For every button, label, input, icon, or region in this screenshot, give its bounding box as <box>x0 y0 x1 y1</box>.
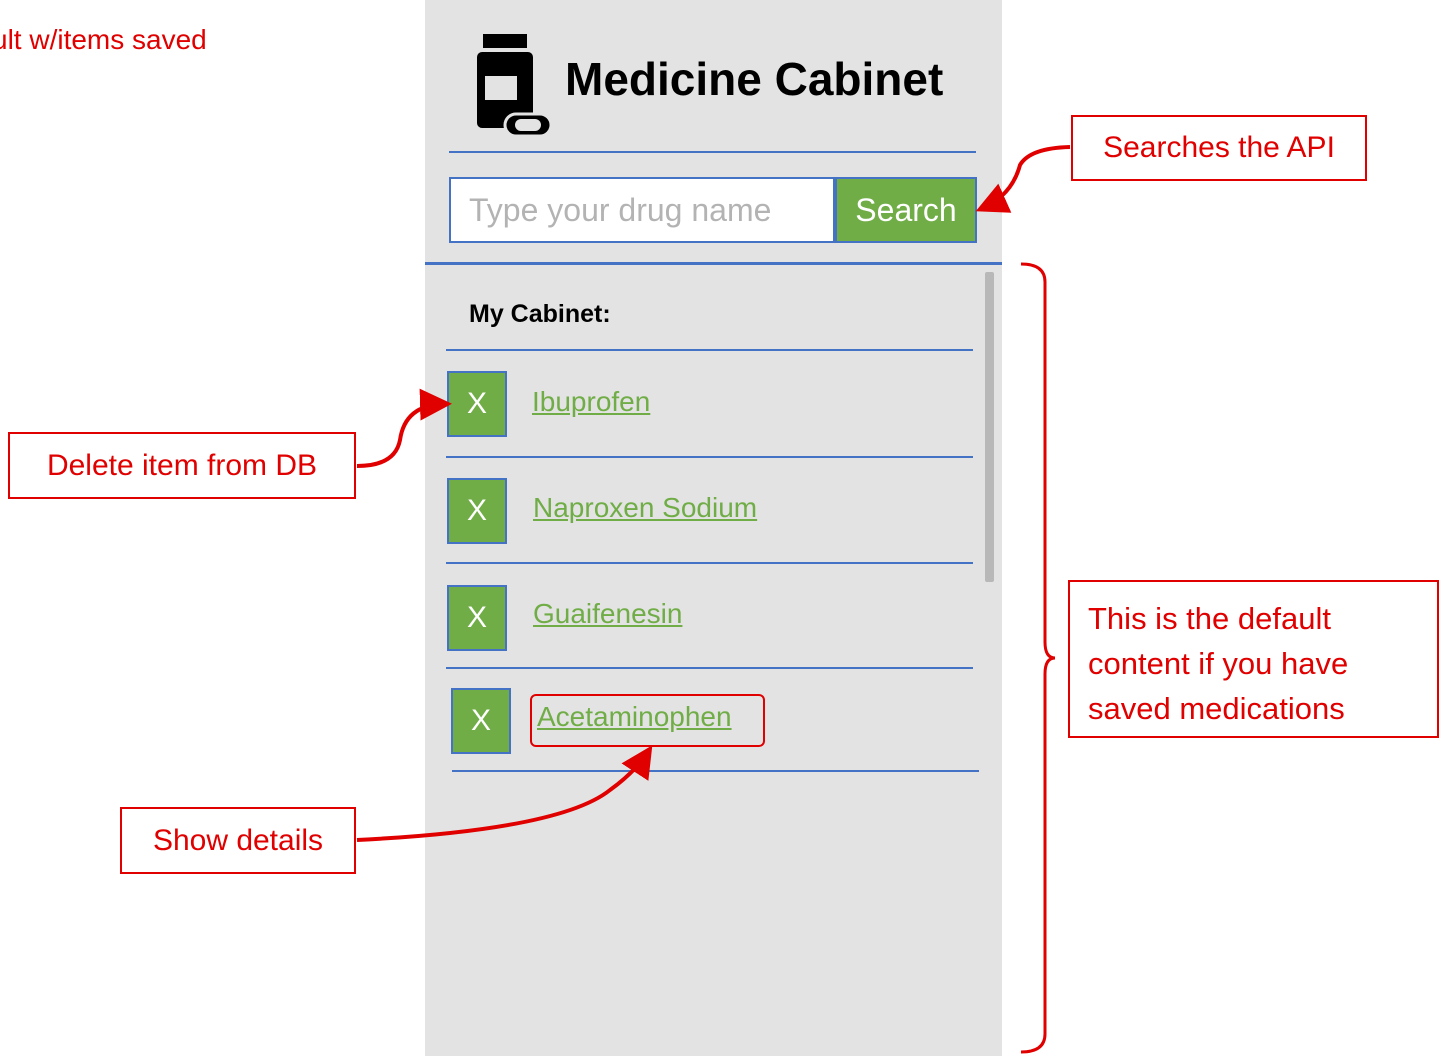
list-divider <box>446 562 973 564</box>
annotation-search-text: Searches the API <box>1103 131 1335 164</box>
delete-button[interactable]: X <box>451 688 511 754</box>
header-divider <box>449 151 976 153</box>
scrollbar[interactable] <box>985 272 994 582</box>
app-screen: Medicine Cabinet Search My Cabinet: X Ib… <box>425 0 1002 1056</box>
delete-button[interactable]: X <box>447 585 507 651</box>
delete-button[interactable]: X <box>447 371 507 437</box>
cabinet-heading: My Cabinet: <box>469 300 611 328</box>
details-highlight <box>530 694 765 747</box>
medication-link[interactable]: Ibuprofen <box>532 386 650 418</box>
annotation-search: Searches the API <box>1071 115 1367 181</box>
annotation-details-text: Show details <box>152 823 324 857</box>
corner-note: ult w/items saved <box>0 24 207 55</box>
app-title: Medicine Cabinet <box>565 53 944 105</box>
list-divider <box>446 667 973 669</box>
curly-bracket <box>1020 262 1055 1054</box>
search-input[interactable] <box>449 177 835 243</box>
annotation-default-line: saved medications <box>1088 691 1345 726</box>
annotation-delete: Delete item from DB <box>8 432 356 499</box>
medication-link[interactable]: Guaifenesin <box>533 598 682 630</box>
annotation-details: Show details <box>120 807 356 874</box>
delete-button[interactable]: X <box>447 478 507 544</box>
medicine-bottle-icon <box>477 34 553 138</box>
list-divider <box>452 770 979 772</box>
annotation-default-line: content if you have <box>1088 646 1349 681</box>
search-divider <box>425 262 1002 265</box>
medication-link[interactable]: Naproxen Sodium <box>533 492 757 524</box>
annotation-delete-text: Delete item from DB <box>46 448 318 482</box>
annotation-default-content: This is the default content if you have … <box>1068 580 1439 738</box>
annotation-default-line: This is the default <box>1088 601 1331 636</box>
list-divider <box>446 349 973 351</box>
search-button[interactable]: Search <box>835 177 977 243</box>
list-divider <box>446 456 973 458</box>
